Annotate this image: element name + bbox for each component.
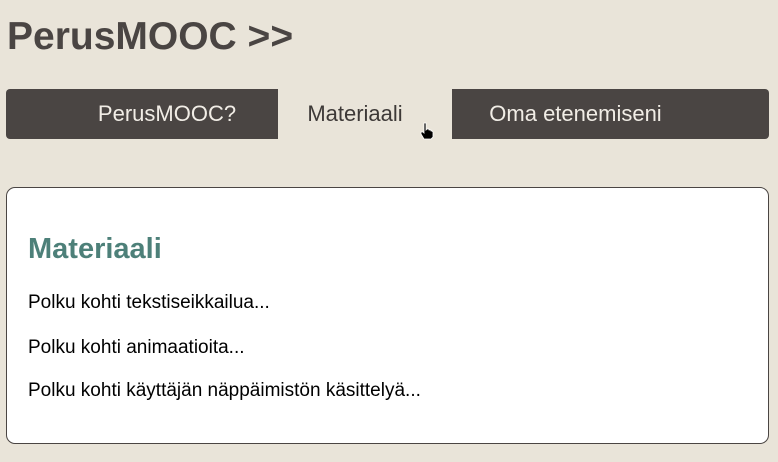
site-title[interactable]: PerusMOOC >> [7,14,293,60]
material-link-keyboard-input[interactable]: Polku kohti käyttäjän näppäimistön käsit… [28,379,421,403]
page: PerusMOOC >> PerusMOOC? Materiaali Oma e… [0,0,778,462]
material-link-text-adventure[interactable]: Polku kohti tekstiseikkailua... [28,291,270,315]
content-panel: Materiaali Polku kohti tekstiseikkailua.… [6,187,769,444]
tab-perusmooc[interactable]: PerusMOOC? [6,89,278,139]
section-heading: Materiaali [28,233,162,265]
tab-oma-etenemiseni[interactable]: Oma etenemiseni [452,89,769,139]
main-navigation: PerusMOOC? Materiaali Oma etenemiseni [6,89,769,139]
hand-pointer-icon [420,122,434,140]
material-link-animations[interactable]: Polku kohti animaatioita... [28,336,245,360]
